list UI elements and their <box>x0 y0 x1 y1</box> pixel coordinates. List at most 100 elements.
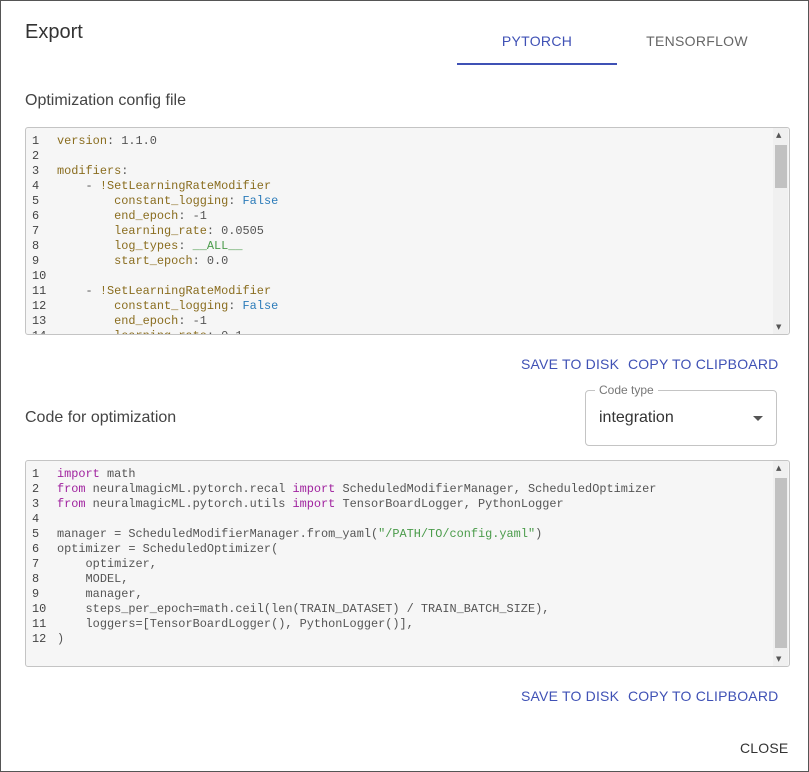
code-token: manager = ScheduledModifierManager.from_… <box>57 527 379 541</box>
line-number: 1 <box>32 134 40 148</box>
code-line: 7 learning_rate: 0.0505 <box>26 224 789 239</box>
code-line: 14 learning_rate: 0.1 <box>26 329 789 334</box>
dialog-title: Export <box>25 21 83 43</box>
active-tab-indicator <box>457 63 617 65</box>
scroll-down-icon[interactable]: ▼ <box>776 655 781 663</box>
code-line: 11 loggers=[TensorBoardLogger(), PythonL… <box>26 617 789 632</box>
line-number: 10 <box>32 602 47 616</box>
code-token: optimizer = ScheduledOptimizer( <box>57 542 279 556</box>
code-token: : -1 <box>178 314 207 328</box>
tab-tensorflow[interactable]: TENSORFLOW <box>617 33 777 49</box>
line-number: 11 <box>32 617 47 631</box>
code-token: from <box>57 482 86 496</box>
code-line: 4 - !SetLearningRateModifier <box>26 179 789 194</box>
line-number: 4 <box>32 512 40 526</box>
code-token: modifiers <box>57 164 122 178</box>
config-copy-to-clipboard-button[interactable]: COPY TO CLIPBOARD <box>628 356 778 372</box>
code-line: 1 version: 1.1.0 <box>26 134 789 149</box>
code-token: neuralmagicML.pytorch.utils <box>85 497 293 511</box>
line-number: 7 <box>32 224 40 238</box>
code-line: 2 <box>26 149 789 164</box>
line-number: 4 <box>32 179 40 193</box>
code-line: 13 end_epoch: -1 <box>26 314 789 329</box>
code-line: 6 end_epoch: -1 <box>26 209 789 224</box>
code-token: optimizer, <box>57 557 157 571</box>
code-token: : 0.0 <box>192 254 229 268</box>
code-token: : 0.0505 <box>206 224 264 238</box>
code-line: 1 import math <box>26 467 789 482</box>
code-token: steps_per_epoch=math.ceil(len(TRAIN_DATA… <box>57 602 550 616</box>
code-token: : <box>121 164 129 178</box>
scroll-down-icon[interactable]: ▼ <box>776 323 781 331</box>
code-token: ScheduledModifierManager, ScheduledOptim… <box>335 482 657 496</box>
code-line: 9 start_epoch: 0.0 <box>26 254 789 269</box>
config-code-editor[interactable]: 1 version: 1.1.0 2 3 modifiers:4 - !SetLearn… <box>25 127 790 335</box>
code-token: TensorBoardLogger, PythonLogger <box>335 497 564 511</box>
code-type-select[interactable]: Code type integration <box>585 383 777 446</box>
line-number: 6 <box>32 542 40 556</box>
line-number: 10 <box>32 269 47 283</box>
config-save-to-disk-button[interactable]: SAVE TO DISK <box>521 356 619 372</box>
code-token: manager, <box>57 587 143 601</box>
config-scrollbar[interactable]: ▲ ▼ <box>773 128 788 334</box>
code-token: import <box>292 497 336 511</box>
code-token: : <box>228 194 243 208</box>
scrollbar-thumb[interactable] <box>775 478 787 648</box>
code-token: end_epoch <box>114 209 179 223</box>
code-line: 5 manager = ScheduledModifierManager.from… <box>26 527 789 542</box>
code-scrollbar[interactable]: ▲ ▼ <box>773 461 788 666</box>
code-save-to-disk-button[interactable]: SAVE TO DISK <box>521 688 619 704</box>
code-token: !SetLearningRateModifier <box>99 179 272 193</box>
code-token: - <box>57 284 100 298</box>
line-number: 8 <box>32 239 40 253</box>
code-token: from <box>57 497 86 511</box>
code-copy-to-clipboard-button[interactable]: COPY TO CLIPBOARD <box>628 688 778 704</box>
optimization-code-editor[interactable]: 1 import math 2 from neuralmagicML.pytorch.… <box>25 460 790 667</box>
code-token: version <box>57 134 107 148</box>
close-button[interactable]: CLOSE <box>740 740 788 756</box>
code-token: learning_rate <box>114 329 207 334</box>
code-line: 4 <box>26 512 789 527</box>
code-token: ) <box>535 527 543 541</box>
code-line: 9 manager, <box>26 587 789 602</box>
line-number: 7 <box>32 557 40 571</box>
code-line: 11 - !SetLearningRateModifier <box>26 284 789 299</box>
code-token: False <box>242 299 279 313</box>
code-token: neuralmagicML.pytorch.recal <box>85 482 293 496</box>
code-token: : <box>228 299 243 313</box>
line-number: 9 <box>32 587 40 601</box>
code-line: 5 constant_logging: False <box>26 194 789 209</box>
tab-pytorch[interactable]: PYTORCH <box>457 33 617 49</box>
code-token: constant_logging <box>114 194 229 208</box>
line-number: 2 <box>32 482 40 496</box>
code-token: "/PATH/TO/config.yaml" <box>378 527 536 541</box>
code-token: : -1 <box>178 209 207 223</box>
line-number: 3 <box>32 497 40 511</box>
code-token: !SetLearningRateModifier <box>99 284 272 298</box>
code-token: False <box>242 194 279 208</box>
code-token: ) <box>57 632 65 646</box>
code-line: 7 optimizer, <box>26 557 789 572</box>
code-token: end_epoch <box>114 314 179 328</box>
code-line: 10 steps_per_epoch=math.ceil(len(TRAIN_D… <box>26 602 789 617</box>
scroll-up-icon[interactable]: ▲ <box>776 464 781 472</box>
code-token: : 0.1 <box>207 329 243 334</box>
code-token: loggers=[TensorBoardLogger(), PythonLogg… <box>57 617 414 631</box>
code-line: 12) <box>26 632 789 647</box>
code-token: import <box>57 467 100 481</box>
scrollbar-thumb[interactable] <box>775 145 787 188</box>
code-line: 6 optimizer = ScheduledOptimizer( <box>26 542 789 557</box>
line-number: 13 <box>32 314 47 328</box>
scroll-up-icon[interactable]: ▲ <box>776 131 781 139</box>
line-number: 12 <box>32 299 47 313</box>
code-token: __ALL__ <box>192 239 243 253</box>
code-line: 8 log_types: __ALL__ <box>26 239 789 254</box>
line-number: 3 <box>32 164 40 178</box>
